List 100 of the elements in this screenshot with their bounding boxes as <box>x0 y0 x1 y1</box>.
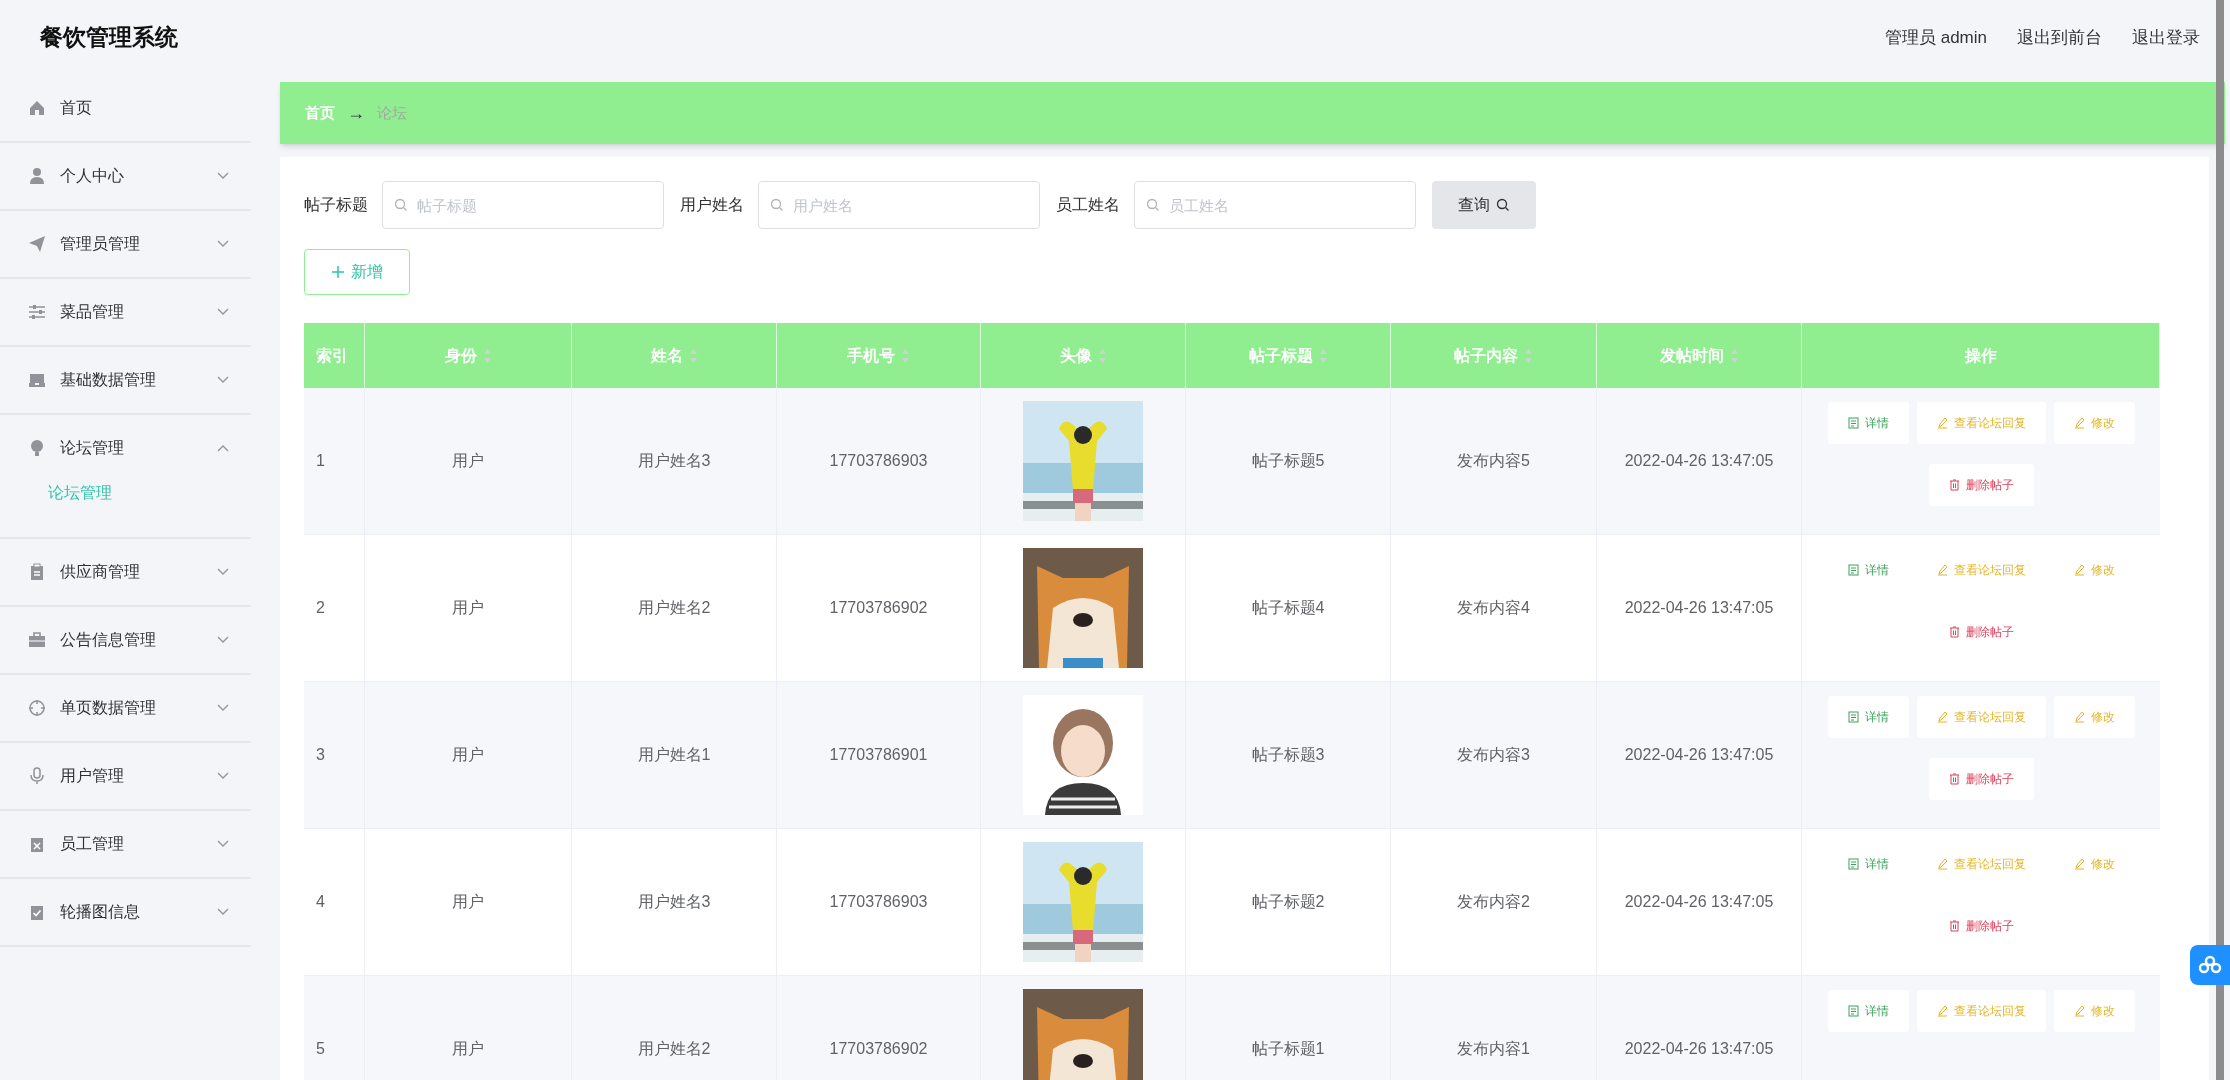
scrollbar[interactable] <box>2216 0 2224 1080</box>
sidebar-item[interactable]: 轮播图信息 <box>0 879 251 945</box>
sort-icon[interactable] <box>1318 347 1328 364</box>
sidebar-item[interactable]: 首页 <box>0 75 251 141</box>
pencil-icon <box>2073 711 2085 723</box>
document-icon <box>1847 417 1859 429</box>
role-cell-text: 用户 <box>452 892 484 912</box>
sort-icon[interactable] <box>688 347 698 364</box>
document-icon <box>1847 564 1859 576</box>
pencil-icon <box>2073 417 2085 429</box>
view-replies-button[interactable]: 查看论坛回复 <box>1916 990 2046 1032</box>
sidebar-item[interactable]: 供应商管理 <box>0 539 251 605</box>
view-replies-button[interactable]: 查看论坛回复 <box>1916 696 2046 738</box>
sidebar-item[interactable]: 基础数据管理 <box>0 347 251 413</box>
sort-icon[interactable] <box>901 347 910 364</box>
post-title-cell-text: 帖子标题4 <box>1251 598 1325 618</box>
sidebar-item[interactable]: 公告信息管理 <box>0 607 251 673</box>
phone-cell-text: 17703786903 <box>829 451 928 471</box>
breadcrumb-separator: → <box>347 101 365 125</box>
post-content-cell-text: 发布内容4 <box>1457 598 1530 618</box>
sort-icon[interactable] <box>482 347 492 364</box>
post-time-cell-text: 2022-04-26 13:47:05 <box>1624 1039 1774 1059</box>
paper-plane-icon <box>28 235 46 253</box>
search-icon <box>770 198 784 212</box>
clipboard-x-icon <box>28 835 46 853</box>
briefcase-icon <box>28 631 46 649</box>
pencil-icon <box>2073 564 2085 576</box>
post-title-cell-text: 帖子标题5 <box>1251 451 1325 471</box>
query-button[interactable]: 查询 <box>1432 181 1536 229</box>
index-cell-text: 4 <box>316 892 325 912</box>
index-cell-text: 2 <box>316 598 325 618</box>
post-time-cell-text: 2022-04-26 13:47:05 <box>1624 745 1774 765</box>
trash-icon <box>1948 773 1960 785</box>
plus-icon <box>331 265 345 279</box>
name-cell-text: 用户姓名3 <box>637 892 711 912</box>
index-cell-text: 1 <box>316 451 325 471</box>
delete-button[interactable]: 删除帖子 <box>1928 758 2034 800</box>
detail-button[interactable]: 详情 <box>1827 696 1909 738</box>
search-field[interactable]: 用户姓名 <box>758 181 1040 229</box>
pencil-icon <box>1936 564 1948 576</box>
post-title-cell-text: 帖子标题3 <box>1251 745 1325 765</box>
search-field[interactable]: 帖子标题 <box>382 181 664 229</box>
edit-button[interactable]: 修改 <box>2053 990 2135 1032</box>
field-label: 用户姓名 <box>680 195 744 215</box>
role-cell-text: 用户 <box>452 745 484 765</box>
sort-icon[interactable] <box>1524 347 1533 364</box>
home-icon <box>28 99 46 117</box>
pencil-icon <box>1936 711 1948 723</box>
microphone-icon <box>28 767 46 785</box>
clipboard-icon <box>28 563 46 581</box>
sidebar-subitem[interactable]: 论坛管理 <box>0 481 251 537</box>
header-link[interactable]: 退出登录 <box>2132 24 2200 51</box>
sort-icon[interactable] <box>1729 347 1739 364</box>
search-field[interactable]: 员工姓名 <box>1134 181 1416 229</box>
sidebar-item[interactable]: 菜品管理 <box>0 279 251 345</box>
pencil-icon <box>1936 858 1948 870</box>
search-icon <box>1496 198 1510 212</box>
delete-button[interactable]: 删除帖子 <box>1928 464 2034 506</box>
document-icon <box>1847 1005 1859 1017</box>
app-title: 餐饮管理系统 <box>40 23 178 53</box>
header-link[interactable]: 管理员 admin <box>1884 24 1987 51</box>
name-cell-text: 用户姓名1 <box>637 745 711 765</box>
edit-button[interactable]: 修改 <box>2053 402 2135 444</box>
breadcrumb-current: 论坛 <box>377 102 407 123</box>
sliders-icon <box>28 303 46 321</box>
sidebar-item[interactable]: 管理员管理 <box>0 211 251 277</box>
trash-icon <box>1948 920 1960 932</box>
post-title-cell-text: 帖子标题2 <box>1251 892 1325 912</box>
sidebar-item[interactable]: 用户管理 <box>0 743 251 809</box>
bulb-icon <box>28 439 46 457</box>
post-content-cell-text: 发布内容1 <box>1457 1039 1530 1059</box>
name-cell-text: 用户姓名2 <box>637 1039 711 1059</box>
field-label: 帖子标题 <box>304 195 368 215</box>
view-replies-button[interactable]: 查看论坛回复 <box>1916 402 2046 444</box>
post-content-cell-text: 发布内容3 <box>1457 745 1530 765</box>
role-cell-text: 用户 <box>452 598 484 618</box>
cloud-widget-button[interactable] <box>2190 945 2230 985</box>
crosshair-icon <box>28 699 46 717</box>
edit-button[interactable]: 修改 <box>2053 696 2135 738</box>
pencil-icon <box>1936 417 1948 429</box>
pencil-icon <box>2073 1005 2085 1017</box>
sidebar-item[interactable]: 员工管理 <box>0 811 251 877</box>
header-link[interactable]: 退出到前台 <box>2017 24 2102 51</box>
detail-button[interactable]: 详情 <box>1827 402 1909 444</box>
phone-cell-text: 17703786901 <box>829 745 928 765</box>
add-button[interactable]: 新增 <box>304 249 410 295</box>
sidebar-item[interactable]: 论坛管理 <box>0 415 251 481</box>
document-icon <box>1847 858 1859 870</box>
phone-cell-text: 17703786902 <box>829 1039 928 1059</box>
detail-button[interactable]: 详情 <box>1827 990 1909 1032</box>
sort-icon[interactable] <box>1097 347 1107 364</box>
phone-cell-text: 17703786903 <box>829 892 928 912</box>
phone-cell-text: 17703786902 <box>829 598 928 618</box>
sidebar-item[interactable]: 个人中心 <box>0 143 251 209</box>
index-cell-text: 5 <box>316 1039 325 1059</box>
sidebar-item[interactable]: 单页数据管理 <box>0 675 251 741</box>
clipboard-check-icon <box>28 903 46 921</box>
search-icon <box>1146 198 1160 212</box>
search-icon <box>394 198 408 212</box>
trash-icon <box>1948 479 1960 491</box>
